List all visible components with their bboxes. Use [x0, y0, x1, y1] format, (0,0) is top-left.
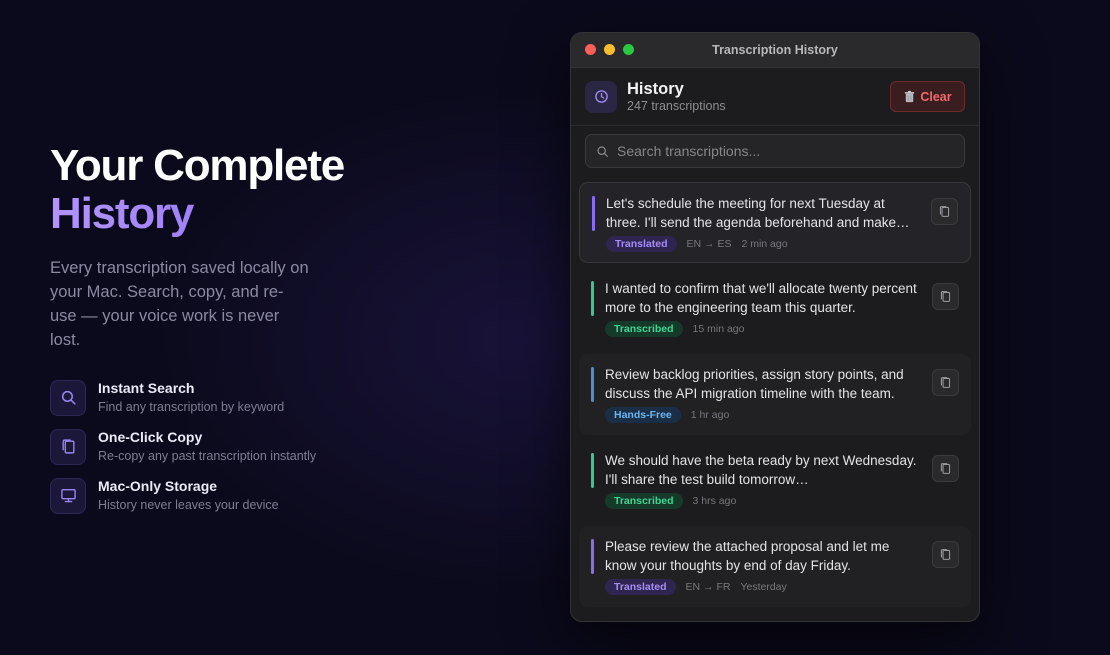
feature-title: One-Click Copy: [98, 429, 203, 445]
trash-icon: [905, 90, 915, 103]
timestamp: 2 min ago: [741, 238, 788, 250]
transcription-text: We should have the beta ready by next We…: [605, 453, 917, 487]
accent-bar: [591, 367, 594, 402]
feature-desc: History never leaves your device: [98, 498, 279, 512]
search-icon: [50, 379, 86, 416]
clear-label: Clear: [920, 89, 952, 104]
clock-icon: [585, 80, 617, 113]
copy-button[interactable]: [932, 455, 959, 482]
copy-icon: [940, 463, 951, 474]
transcription-count: 247 transcriptions: [627, 98, 726, 113]
transcription-item[interactable]: Review backlog priorities, assign story …: [579, 354, 971, 435]
close-window-button[interactable]: [585, 44, 596, 55]
feature-list: Instant Search Find any transcription by…: [50, 379, 390, 514]
copy-icon: [940, 377, 951, 388]
copy-button[interactable]: [932, 369, 959, 396]
copy-icon: [940, 549, 951, 560]
copy-icon: [940, 291, 951, 302]
search-box[interactable]: [585, 134, 965, 168]
timestamp: 15 min ago: [692, 323, 745, 335]
hero-headline: Your Complete History: [50, 142, 390, 238]
feature-title: Mac-Only Storage: [98, 478, 218, 494]
timestamp: 1 hr ago: [690, 409, 730, 421]
accent-bar: [592, 196, 595, 231]
minimize-window-button[interactable]: [604, 44, 615, 55]
copy-button[interactable]: [932, 541, 959, 568]
hero-lead: Every transcription saved locally on you…: [50, 259, 309, 349]
accent-bar: [591, 539, 594, 574]
hero-section: Your Complete History Every transcriptio…: [50, 142, 390, 526]
headline-line-2: History: [50, 190, 390, 238]
feature-instant-search: Instant Search Find any transcription by…: [50, 379, 390, 416]
status-badge: Translated: [606, 236, 677, 252]
history-header: History 247 transcriptions Clear: [571, 68, 979, 126]
language-pair: EN → ES: [686, 238, 732, 250]
transcription-text: Please review the attached proposal and …: [605, 539, 890, 573]
timestamp: Yesterday: [740, 581, 787, 593]
transcription-text: Review backlog priorities, assign story …: [605, 367, 904, 401]
copy-button[interactable]: [931, 198, 958, 225]
timestamp: 3 hrs ago: [692, 495, 737, 507]
window-titlebar[interactable]: Transcription History: [571, 33, 979, 68]
search-icon: [597, 145, 608, 157]
clear-button[interactable]: Clear: [890, 81, 965, 112]
status-badge: Transcribed: [605, 493, 683, 509]
search-input[interactable]: [617, 143, 954, 159]
copy-button[interactable]: [932, 283, 959, 310]
monitor-icon: [50, 477, 86, 514]
feature-desc: Find any transcription by keyword: [98, 400, 285, 414]
accent-bar: [591, 281, 594, 316]
traffic-lights: [585, 44, 634, 55]
status-badge: Translated: [605, 579, 676, 595]
history-window: Transcription History History 247 transc…: [570, 32, 980, 622]
history-title: History: [627, 79, 684, 98]
transcription-item[interactable]: We should have the beta ready by next We…: [579, 440, 971, 521]
transcription-text: I wanted to confirm that we'll allocate …: [605, 281, 917, 315]
accent-bar: [591, 453, 594, 488]
window-title: Transcription History: [712, 43, 838, 57]
copy-icon: [50, 428, 86, 465]
feature-mac-only-storage: Mac-Only Storage History never leaves yo…: [50, 477, 390, 514]
transcription-item[interactable]: Please review the attached proposal and …: [579, 526, 971, 607]
feature-one-click-copy: One-Click Copy Re-copy any past transcri…: [50, 428, 390, 465]
zoom-window-button[interactable]: [623, 44, 634, 55]
status-badge: Transcribed: [605, 321, 683, 337]
headline-line-1: Your Complete: [50, 141, 345, 190]
transcription-list: Let's schedule the meeting for next Tues…: [571, 182, 979, 607]
feature-title: Instant Search: [98, 380, 195, 396]
copy-icon: [939, 206, 950, 217]
transcription-item[interactable]: I wanted to confirm that we'll allocate …: [579, 268, 971, 349]
transcription-text: Let's schedule the meeting for next Tues…: [606, 196, 910, 230]
transcription-item[interactable]: Let's schedule the meeting for next Tues…: [579, 182, 971, 263]
status-badge: Hands-Free: [605, 407, 681, 423]
language-pair: EN → FR: [685, 581, 731, 593]
feature-desc: Re-copy any past transcription instantly: [98, 449, 317, 463]
